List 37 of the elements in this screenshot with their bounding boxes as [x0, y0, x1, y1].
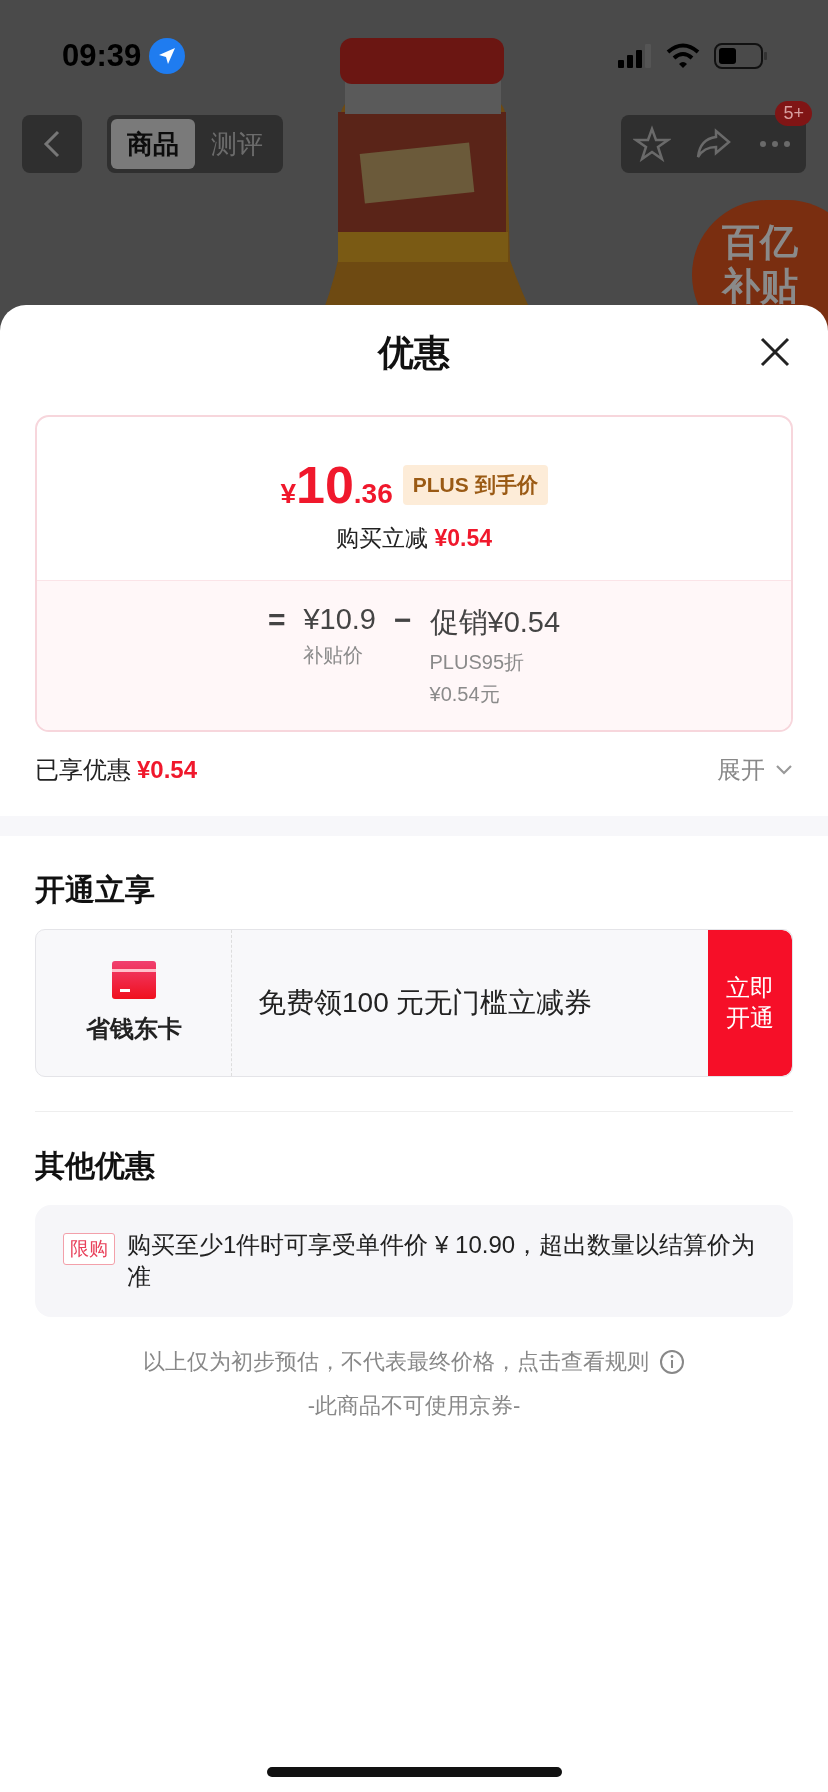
sheet-title: 优惠	[378, 330, 450, 375]
tab[interactable]: 测评	[195, 119, 279, 169]
offer-description: 购买至少1件时可享受单件价 ¥ 10.90，超出数量以结算价为准	[127, 1230, 757, 1292]
term-note: 补贴价	[303, 643, 365, 668]
section-title: 其他优惠	[34, 1148, 156, 1184]
enjoyed-amount: ¥0.54	[137, 756, 198, 784]
price-term: ¥10.9	[303, 603, 376, 636]
price-tag: PLUS 到手价	[402, 465, 548, 505]
battery-icon	[714, 43, 768, 69]
expand-button[interactable]: 展开	[717, 754, 793, 786]
wifi-icon	[666, 43, 700, 69]
term-note: PLUS95折	[429, 650, 526, 675]
close-icon[interactable]	[758, 335, 792, 369]
reduction-text: 购买立减 ¥0.54	[336, 524, 492, 553]
back-button[interactable]	[22, 115, 82, 173]
card-icon	[111, 961, 156, 999]
price-term: 促销¥0.54	[429, 605, 561, 640]
status-time: 09:39	[62, 38, 142, 74]
card-name: 省钱东卡	[85, 1014, 182, 1044]
operator-sign: =	[267, 603, 286, 637]
tab[interactable]: 商品	[111, 119, 195, 169]
final-price: ¥10.36	[280, 455, 393, 515]
term-note: ¥0.54元	[429, 682, 501, 707]
back-icon	[42, 129, 62, 159]
operator-sign: −	[394, 603, 412, 637]
activate-button[interactable]: 立即开通	[708, 930, 792, 1076]
info-icon[interactable]	[659, 1349, 685, 1375]
star-icon[interactable]	[632, 125, 671, 163]
section-title: 开通立享	[34, 872, 156, 908]
chevron-down-icon	[775, 764, 793, 776]
signal-icon	[618, 44, 652, 68]
disclaimer-text[interactable]: 以上仅为初步预估，不代表最终价格，点击查看规则	[143, 1347, 649, 1377]
offer-text: 免费领100 元无门槛立减券	[257, 986, 594, 1020]
enjoyed-label: 已享优惠	[35, 755, 131, 785]
notification-badge: 5+	[775, 101, 812, 126]
coupon-notice: -此商品不可使用京券-	[307, 1392, 521, 1420]
limit-tag: 限购	[63, 1233, 115, 1265]
